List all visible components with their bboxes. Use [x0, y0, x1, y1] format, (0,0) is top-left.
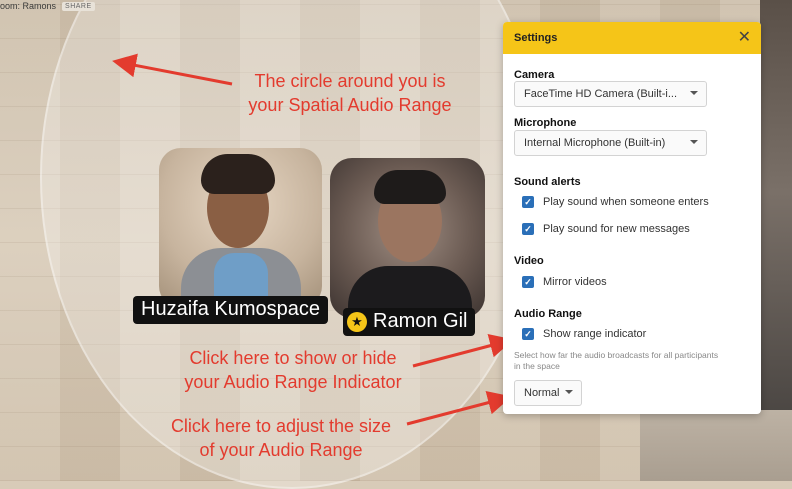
microphone-label: Microphone — [514, 117, 577, 129]
show-range-label: Show range indicator — [543, 328, 647, 340]
checkbox-checked-icon[interactable]: ✓ — [522, 328, 534, 340]
show-range-option[interactable]: ✓ Show range indicator — [522, 328, 646, 340]
participant-silhouette-hair — [374, 170, 446, 204]
participant-name-tag: ★ Ramon Gil — [343, 308, 476, 336]
star-icon: ★ — [347, 311, 367, 332]
camera-select-value: FaceTime HD Camera (Built-i... — [524, 88, 678, 100]
annotation-line: your Spatial Audio Range — [248, 95, 452, 115]
camera-select[interactable]: FaceTime HD Camera (Built-i... — [514, 81, 707, 107]
participant-name: Ramon Gil — [373, 310, 468, 332]
checkbox-checked-icon[interactable]: ✓ — [522, 276, 534, 288]
chevron-down-icon — [690, 140, 698, 144]
audio-range-help: Select how far the audio broadcasts for … — [514, 350, 719, 371]
video-label: Video — [514, 255, 544, 267]
sound-enter-option[interactable]: ✓ Play sound when someone enters — [522, 196, 709, 208]
settings-panel: Settings ✕ Camera FaceTime HD Camera (Bu… — [503, 22, 761, 414]
participant-name-tag: Huzaifa Kumospace — [133, 296, 328, 324]
settings-title: Settings — [514, 32, 558, 44]
sound-alerts-label: Sound alerts — [514, 176, 581, 188]
camera-label: Camera — [514, 69, 555, 81]
participant-silhouette-hair — [201, 154, 275, 194]
participant-video-huzaifa[interactable] — [159, 148, 322, 308]
range-size-value: Normal — [524, 387, 560, 399]
annotation-line: your Audio Range Indicator — [184, 372, 402, 392]
chevron-down-icon — [565, 390, 573, 394]
checkbox-checked-icon[interactable]: ✓ — [522, 223, 534, 235]
sound-enter-label: Play sound when someone enters — [543, 196, 709, 208]
mirror-videos-label: Mirror videos — [543, 276, 607, 288]
annotation-range-circle: The circle around you is your Spatial Au… — [232, 69, 468, 117]
annotation-line: The circle around you is — [254, 71, 446, 91]
annotation-show-hide: Click here to show or hide your Audio Ra… — [175, 346, 411, 394]
microphone-select[interactable]: Internal Microphone (Built-in) — [514, 130, 707, 156]
close-icon[interactable]: ✕ — [738, 30, 751, 46]
annotation-line: Click here to adjust the size — [170, 416, 392, 436]
checkbox-checked-icon[interactable]: ✓ — [522, 196, 534, 208]
range-size-select[interactable]: Normal — [514, 380, 582, 406]
audio-range-label: Audio Range — [514, 308, 582, 320]
annotation-line: Click here to show or hide — [189, 348, 397, 368]
participant-video-ramon[interactable] — [330, 158, 485, 318]
annotation-adjust-size: Click here to adjust the size of your Au… — [156, 414, 406, 462]
settings-header: Settings ✕ — [503, 22, 761, 54]
chevron-down-icon — [690, 91, 698, 95]
microphone-select-value: Internal Microphone (Built-in) — [524, 137, 666, 149]
share-button[interactable]: SHARE — [62, 1, 95, 11]
room-background-corner — [640, 410, 792, 481]
room-background-edge — [760, 0, 792, 481]
annotation-line: of your Audio Range — [199, 440, 363, 460]
sound-messages-label: Play sound for new messages — [543, 223, 690, 235]
mirror-videos-option[interactable]: ✓ Mirror videos — [522, 276, 607, 288]
sound-messages-option[interactable]: ✓ Play sound for new messages — [522, 223, 690, 235]
room-bar: oom: Ramons SHARE — [0, 0, 95, 12]
room-label: oom: Ramons — [0, 1, 57, 11]
